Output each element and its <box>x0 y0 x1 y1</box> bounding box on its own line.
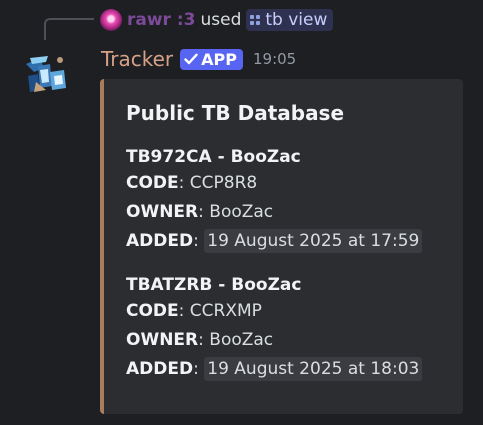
tracker-logo-icon <box>16 42 76 102</box>
app-badge: APP <box>180 48 243 70</box>
code-field: CODE: CCRXMP <box>126 301 262 321</box>
embed-title: Public TB Database <box>126 101 345 125</box>
command-invocation[interactable]: rawr :3 used tb view <box>100 7 334 33</box>
owner-field: OWNER: BooZac <box>126 330 274 350</box>
code-label: CODE <box>126 173 179 193</box>
message-header: Tracker APP 19:05 <box>101 44 296 74</box>
owner-value: BooZac <box>209 202 274 222</box>
added-field: ADDED: 19 August 2025 at 18:03 <box>126 355 423 384</box>
message-timestamp[interactable]: 19:05 <box>253 50 296 68</box>
tb-entry: TBATZRB - BooZac CODE: CCRXMP OWNER: Boo… <box>126 273 423 384</box>
invoker-username[interactable]: rawr :3 <box>127 10 196 30</box>
code-value: CCRXMP <box>189 301 262 321</box>
author-name[interactable]: Tracker <box>101 47 173 71</box>
slash-command-icon <box>250 14 261 26</box>
tb-entry-title: TBATZRB - BooZac <box>126 275 302 295</box>
discord-message: rawr :3 used tb view Tracker APP 19:05 P… <box>0 0 483 425</box>
owner-field: OWNER: BooZac <box>126 202 274 222</box>
added-timestamp[interactable]: 19 August 2025 at 17:59 <box>204 229 423 253</box>
added-timestamp[interactable]: 19 August 2025 at 18:03 <box>204 357 423 381</box>
embed-card: Public TB Database TB972CA - BooZac CODE… <box>100 79 463 414</box>
tb-entry: TB972CA - BooZac CODE: CCP8R8 OWNER: Boo… <box>126 145 423 256</box>
command-chip[interactable]: tb view <box>246 9 334 31</box>
bot-avatar[interactable] <box>16 42 76 102</box>
app-badge-label: APP <box>201 49 237 69</box>
code-value: CCP8R8 <box>189 173 258 193</box>
invoker-avatar[interactable] <box>100 9 122 31</box>
added-label: ADDED <box>126 231 194 251</box>
added-field: ADDED: 19 August 2025 at 17:59 <box>126 227 423 256</box>
owner-value: BooZac <box>209 330 274 350</box>
code-label: CODE <box>126 301 179 321</box>
reply-spine <box>44 18 94 40</box>
command-name: tb view <box>265 10 328 30</box>
owner-label: OWNER <box>126 202 199 222</box>
tb-entry-title: TB972CA - BooZac <box>126 147 301 167</box>
used-label: used <box>200 10 242 30</box>
added-label: ADDED <box>126 359 194 379</box>
owner-label: OWNER <box>126 330 199 350</box>
checkmark-icon <box>184 53 198 65</box>
code-field: CODE: CCP8R8 <box>126 173 258 193</box>
